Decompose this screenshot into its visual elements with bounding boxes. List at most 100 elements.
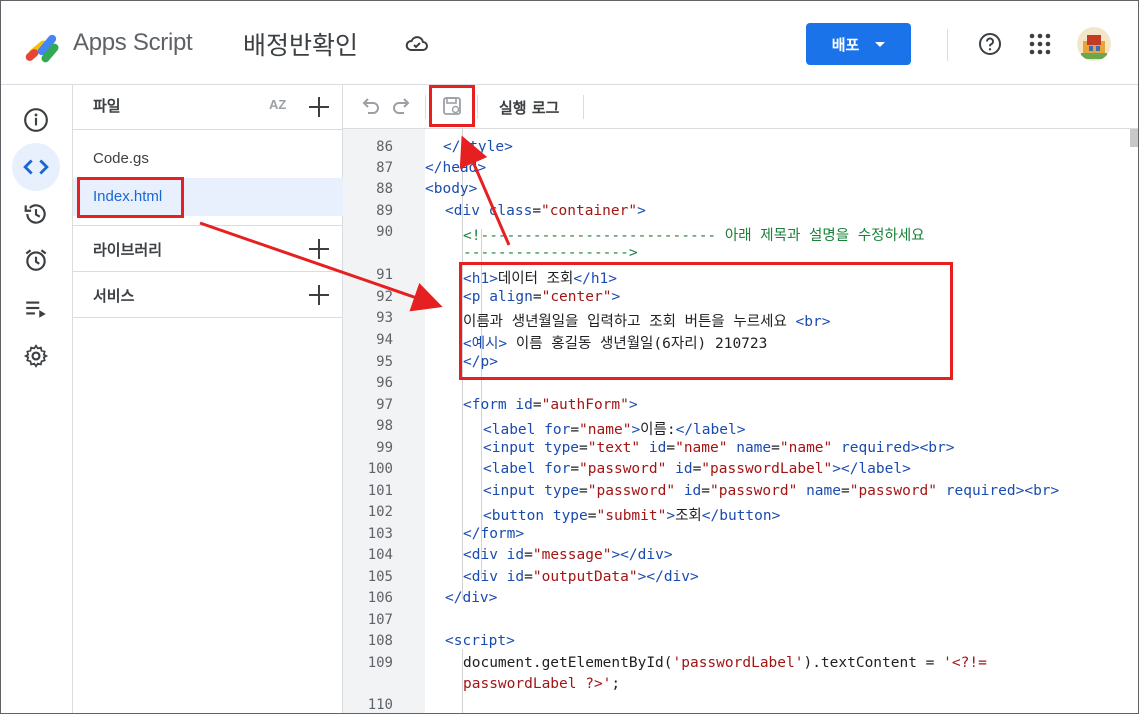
line-number: 103 [367, 526, 393, 542]
line-number: 107 [367, 612, 393, 628]
scrollbar[interactable] [1130, 129, 1138, 147]
code-token: <label [483, 422, 545, 438]
code-token: id [506, 547, 525, 563]
code-token: = [579, 440, 588, 456]
code-token: name [736, 440, 772, 456]
code-area[interactable]: </style> </head> <body> <div class="contain… [425, 129, 1138, 713]
toolbar-divider [425, 95, 426, 119]
line-number: 96 [376, 375, 393, 391]
code-token: > [666, 508, 676, 524]
code-token: id [683, 483, 702, 499]
code-line: document.getElementById('passwordLabel')… [463, 655, 987, 671]
info-icon[interactable] [23, 107, 49, 133]
line-number: 90 [376, 224, 393, 240]
settings-gear-icon[interactable] [23, 343, 49, 369]
code-token: = [701, 483, 711, 499]
executions-list-icon[interactable] [23, 295, 49, 321]
code-token: = [771, 440, 780, 456]
code-line: <div id="outputData"></div> [463, 569, 699, 585]
run-log-button[interactable]: 실행 로그 [499, 97, 559, 118]
alarm-clock-icon[interactable] [23, 247, 49, 273]
file-item-code-gs[interactable]: Code.gs [73, 140, 343, 178]
line-number: 92 [376, 289, 393, 305]
code-line: </form> [463, 526, 524, 542]
code-editor-icon[interactable] [23, 154, 49, 180]
code-line: <div class="container"> [445, 203, 646, 219]
code-line: </style> [443, 139, 513, 155]
line-number: 98 [376, 418, 393, 434]
add-file-icon[interactable] [309, 97, 329, 117]
project-title[interactable]: 배정반확인 [243, 26, 358, 62]
code-token: = [666, 440, 676, 456]
code-token: <br> [919, 440, 955, 456]
code-token: name [806, 483, 841, 499]
app-name: Apps Script [73, 29, 193, 56]
code-token: class [488, 203, 533, 219]
chevron-down-icon [875, 41, 886, 47]
code-line: <input type="password" id="password" nam… [483, 483, 1059, 499]
history-icon[interactable] [23, 201, 49, 227]
code-token: "container" [541, 203, 638, 219]
code-token: <div [445, 203, 489, 219]
code-token: <body> [425, 181, 478, 197]
code-token: <input [483, 483, 545, 499]
navigation-rail [1, 85, 73, 713]
code-token: > [504, 139, 513, 155]
code-token: "authForm" [541, 397, 629, 413]
code-line: </div> [445, 590, 497, 606]
code-token: > [910, 440, 920, 456]
divider [73, 271, 343, 272]
add-service-icon[interactable] [309, 285, 329, 305]
line-number: 97 [376, 397, 393, 413]
undo-icon[interactable] [359, 95, 381, 117]
code-token: type [544, 483, 580, 499]
deploy-button[interactable]: 배포 [806, 23, 911, 65]
code-token: <div [463, 569, 507, 585]
code-token: = [692, 461, 702, 477]
code-token: = [570, 461, 580, 477]
line-number: 101 [367, 483, 393, 499]
help-icon[interactable] [978, 32, 1002, 56]
code-token: "password" [587, 483, 676, 499]
code-token: = [532, 203, 542, 219]
redo-icon[interactable] [391, 95, 413, 117]
code-token: '<?!= [943, 655, 987, 671]
code-token: for [544, 422, 571, 438]
sort-az-icon[interactable]: AZ [269, 97, 286, 112]
google-apps-icon[interactable] [1029, 33, 1051, 55]
line-number: 95 [376, 354, 393, 370]
avatar[interactable] [1077, 27, 1111, 61]
apps-script-logo[interactable] [25, 27, 65, 63]
code-token: <script> [445, 633, 515, 649]
add-library-icon[interactable] [309, 239, 329, 259]
code-token: 이름: [640, 422, 676, 438]
annotation-box-index-html [77, 177, 184, 218]
divider [73, 317, 343, 318]
line-number: 110 [367, 697, 393, 713]
code-line: <body> [425, 181, 477, 197]
code-token: id [515, 397, 533, 413]
line-number: 91 [376, 267, 393, 283]
code-token: 조회 [675, 508, 702, 524]
code-token: type [544, 440, 580, 456]
code-token: "password" [710, 483, 798, 499]
deploy-label: 배포 [831, 35, 860, 54]
code-token: id [648, 440, 667, 456]
line-number: 87 [376, 160, 393, 176]
code-token: = [570, 422, 580, 438]
code-token: /style [451, 139, 505, 155]
code-token: </label> [675, 422, 746, 438]
code-editor[interactable]: 86 87 88 89 90 91 92 93 94 95 96 97 98 99 100 101 102 103… [343, 129, 1138, 713]
line-number: 100 [367, 461, 393, 477]
code-token: "passwordLabel" [701, 461, 833, 477]
code-token: <label [483, 461, 545, 477]
code-token: "message" [532, 547, 612, 563]
line-number: 94 [376, 332, 393, 348]
toolbar-divider [477, 95, 478, 119]
code-token: ></div> [637, 569, 699, 585]
code-token: document.getElementById( [463, 655, 673, 671]
code-token: "outputData" [532, 569, 638, 585]
code-line: </head> [425, 160, 486, 176]
code-line: <label for="password" id="passwordLabel"… [483, 461, 911, 477]
